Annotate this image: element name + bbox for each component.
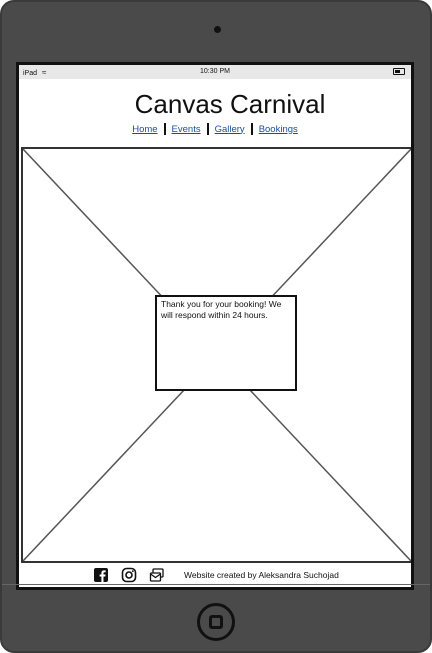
nav-gallery[interactable]: Gallery <box>209 124 251 135</box>
booking-confirmation-box: Thank you for your booking! We will resp… <box>155 295 297 391</box>
main-nav: Home Events Gallery Bookings <box>19 123 411 135</box>
home-button-square <box>209 615 223 629</box>
nav-home[interactable]: Home <box>126 124 163 135</box>
status-bar: iPad ≈ 10:30 PM <box>19 65 411 79</box>
facebook-icon[interactable] <box>93 567 109 583</box>
battery-icon <box>393 68 405 77</box>
camera-dot <box>214 26 221 33</box>
screen: iPad ≈ 10:30 PM Canvas Carnival Home Even… <box>16 62 414 590</box>
mail-icon[interactable] <box>149 567 165 583</box>
booking-confirmation-text: Thank you for your booking! We will resp… <box>161 299 282 320</box>
ipad-frame: iPad ≈ 10:30 PM Canvas Carnival Home Even… <box>0 0 432 653</box>
nav-events[interactable]: Events <box>166 124 207 135</box>
bezel-divider <box>2 584 430 585</box>
footer-credit: Website created by Aleksandra Suchojad <box>184 570 339 580</box>
home-button[interactable] <box>197 603 235 641</box>
nav-bookings[interactable]: Bookings <box>253 124 304 135</box>
hero-image-placeholder: Thank you for your booking! We will resp… <box>21 147 411 563</box>
instagram-icon[interactable] <box>121 567 137 583</box>
site-title: Canvas Carnival <box>134 89 326 119</box>
status-time: 10:30 PM <box>200 68 230 75</box>
